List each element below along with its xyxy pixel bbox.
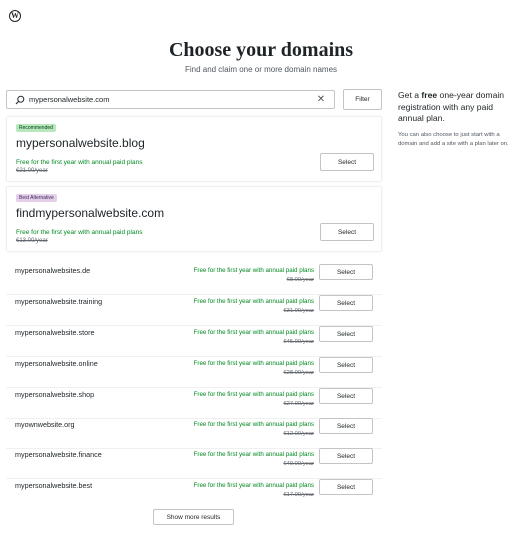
free-offer-text: Free for the first year with annual paid… [16, 229, 143, 236]
domain-name: findmypersonalwebsite.com [16, 206, 165, 220]
domain-name: mypersonalwebsite.blog [16, 136, 145, 150]
select-button[interactable]: Select [319, 326, 373, 342]
page-title: Choose your domains [168, 39, 354, 61]
select-button[interactable]: Select [319, 264, 373, 280]
select-button[interactable]: Select [319, 418, 373, 434]
regular-price: €21.00/year [16, 168, 48, 174]
domain-name: mypersonalwebsites.de [15, 266, 91, 275]
domain-name: mypersonalwebsite.best [15, 481, 93, 490]
promo-text: Get a free one-year domain registration … [398, 90, 505, 123]
domain-row: mypersonalwebsite.finance Free for the f… [6, 448, 382, 479]
regular-price: €17.00/year [283, 492, 314, 498]
domain-row: mypersonalwebsites.de Free for the first… [6, 264, 382, 295]
regular-price: €8.00/year [286, 277, 314, 283]
featured-domain-card: Best Alternative findmypersonalwebsite.c… [6, 186, 382, 252]
select-button[interactable]: Select [320, 153, 374, 171]
best-alternative-badge: Best Alternative [16, 194, 57, 202]
filter-button[interactable]: Filter [343, 89, 382, 110]
domain-name: mypersonalwebsite.finance [15, 450, 102, 459]
select-button[interactable]: Select [319, 448, 373, 464]
featured-domain-card: Recommended mypersonalwebsite.blog Free … [6, 116, 382, 182]
regular-price: €49.00/year [283, 461, 314, 467]
page-subtitle: Find and claim one or more domain names [184, 65, 338, 74]
select-button[interactable]: Select [320, 223, 374, 241]
domain-name: mypersonalwebsite.shop [15, 390, 95, 399]
select-button[interactable]: Select [319, 388, 373, 404]
domain-row: mypersonalwebsite.best Free for the firs… [6, 479, 382, 510]
domain-name: mypersonalwebsite.store [15, 328, 95, 337]
select-button[interactable]: Select [319, 479, 373, 495]
show-more-results-button[interactable]: Show more results [153, 509, 234, 525]
domain-row: mypersonalwebsite.online Free for the fi… [6, 357, 382, 388]
free-offer-text: Free for the first year with annual paid… [16, 159, 143, 166]
domain-name: mypersonalwebsite.training [15, 297, 103, 306]
select-button[interactable]: Select [319, 357, 373, 373]
domain-row: mypersonalwebsite.store Free for the fir… [6, 326, 382, 357]
search-input[interactable] [29, 92, 316, 107]
regular-price: €31.00/year [283, 308, 314, 314]
recommended-badge: Recommended [16, 124, 56, 132]
domain-name: myownwebsite.org [15, 420, 75, 429]
promo-subtext: You can also choose to just start with a… [398, 131, 509, 147]
domain-row: mypersonalwebsite.training Free for the … [6, 295, 382, 326]
domain-name: mypersonalwebsite.online [15, 359, 98, 368]
search-icon [15, 95, 25, 104]
regular-price: €45.00/year [283, 339, 314, 345]
wordpress-logo-icon[interactable]: W [9, 10, 21, 22]
select-button[interactable]: Select [319, 295, 373, 311]
search-box[interactable]: ✕ [6, 90, 335, 109]
close-icon[interactable]: ✕ [316, 94, 326, 105]
regular-price: €28.00/year [283, 370, 314, 376]
regular-price: €13.00/year [16, 238, 48, 244]
regular-price: €12.00/year [283, 431, 314, 437]
domain-row: mypersonalwebsite.shop Free for the firs… [6, 388, 382, 419]
promo-panel: Get a free one-year domain registration … [398, 90, 516, 149]
domain-row: myownwebsite.org Free for the first year… [6, 418, 382, 449]
regular-price: €27.00/year [283, 401, 314, 407]
